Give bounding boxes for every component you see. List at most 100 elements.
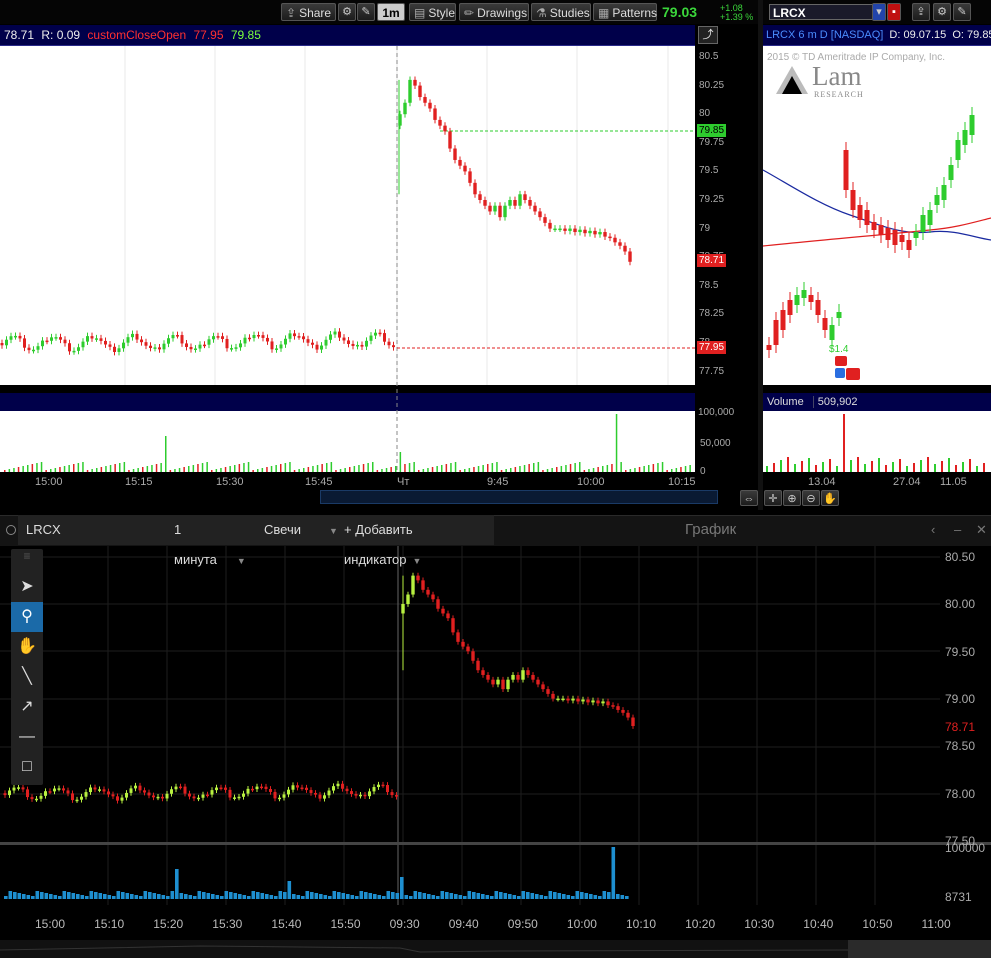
expand-horizontal-icon[interactable]: ⇔ bbox=[740, 490, 758, 506]
intraday-volume-bar bbox=[45, 470, 47, 472]
horizontal-line-icon[interactable]: — bbox=[11, 722, 43, 752]
intraday-candle-body bbox=[438, 119, 442, 126]
intraday-volume-bar bbox=[192, 465, 195, 472]
crosshair-icon[interactable]: ✛ bbox=[764, 490, 782, 506]
intraday-volume-bar bbox=[77, 463, 80, 472]
chart-type-selector[interactable]: Свечи ▼ bbox=[256, 515, 338, 545]
intraday-volume-bar bbox=[611, 464, 613, 472]
intraday-candle-body bbox=[108, 344, 112, 347]
panel-link-icon[interactable] bbox=[6, 525, 16, 535]
interval-selector[interactable]: 1 минута ▼ bbox=[166, 515, 256, 567]
intraday-volume-bar bbox=[528, 464, 530, 472]
zoom-out-icon[interactable]: ⊖ bbox=[802, 490, 820, 506]
daily-candle-body bbox=[815, 300, 821, 315]
intraday-candle-body bbox=[329, 334, 332, 340]
event-icon[interactable] bbox=[835, 368, 845, 378]
intraday-candle-body bbox=[333, 331, 337, 335]
intraday-volume-bar bbox=[169, 470, 172, 472]
lower-volume-bar bbox=[557, 893, 562, 899]
intraday-candle-body bbox=[573, 228, 577, 233]
intraday-candle-body bbox=[275, 348, 278, 350]
intraday-candle-body bbox=[528, 200, 532, 206]
intraday-volume-bar bbox=[178, 468, 181, 472]
daily-volume-bar bbox=[962, 462, 964, 472]
lower-candle-body bbox=[174, 786, 178, 790]
intraday-candle-body bbox=[221, 336, 224, 339]
lower-candle-body bbox=[476, 660, 480, 671]
time-axis-label: 15:40 bbox=[271, 917, 302, 931]
zoom-in-icon[interactable]: ⊕ bbox=[783, 490, 801, 506]
intraday-candle-body bbox=[378, 332, 382, 335]
intraday-candle-body bbox=[288, 333, 292, 339]
hand-icon[interactable]: ✋ bbox=[821, 490, 839, 506]
lower-volume-bar bbox=[485, 895, 490, 899]
cursor-arrow-icon[interactable]: ➤ bbox=[11, 572, 43, 602]
earnings-icon[interactable] bbox=[846, 368, 860, 380]
intraday-volume-bar bbox=[661, 462, 664, 472]
lower-candle-body bbox=[341, 783, 344, 789]
intraday-volume-bar bbox=[261, 468, 264, 472]
intraday-candle-body bbox=[266, 337, 269, 342]
add-indicator-button[interactable]: + Добавить индикатор ▼ bbox=[336, 515, 494, 567]
intraday-volume-bar bbox=[638, 467, 641, 472]
intraday-volume-bar bbox=[454, 462, 457, 472]
daily-candle-body bbox=[920, 215, 926, 232]
intraday-volume-bar bbox=[321, 464, 323, 472]
rectangle-icon[interactable]: □ bbox=[11, 752, 43, 782]
symbol-selector[interactable]: LRCX▼ bbox=[18, 515, 174, 545]
intraday-volume-bar bbox=[146, 466, 149, 472]
lower-candle-body bbox=[501, 679, 505, 690]
daily-candle-body bbox=[836, 312, 842, 318]
lower-candle-body bbox=[48, 791, 52, 793]
navigator-scroll-handle[interactable] bbox=[848, 940, 991, 958]
time-axis-label: 10:40 bbox=[803, 917, 834, 931]
lower-volume-bar bbox=[368, 893, 373, 899]
daily-candle-body bbox=[913, 232, 919, 238]
lower-volume-bar bbox=[94, 892, 98, 899]
lower-volume-bar bbox=[220, 896, 224, 899]
lower-candle-body bbox=[260, 786, 263, 789]
intraday-volume-bar bbox=[372, 462, 374, 472]
intraday-candle-body bbox=[14, 335, 17, 338]
intraday-candle-body bbox=[198, 344, 202, 349]
intraday-volume-bar bbox=[206, 462, 208, 472]
lower-volume-bar bbox=[445, 892, 449, 899]
intraday-candle-body bbox=[297, 336, 301, 338]
lower-candle-body bbox=[456, 632, 460, 642]
zoom-search-icon[interactable]: ⚲ bbox=[11, 602, 43, 632]
trend-line-icon[interactable]: ╲ bbox=[11, 662, 43, 692]
hand-pan-icon[interactable]: ✋ bbox=[11, 632, 43, 662]
lower-candle-body bbox=[66, 790, 70, 794]
intraday-candle-body bbox=[32, 349, 35, 352]
lower-volume-bar bbox=[589, 894, 593, 899]
lower-volume-bar bbox=[17, 893, 22, 899]
intraday-volume-bar bbox=[519, 466, 521, 472]
close-icon[interactable]: ✕ bbox=[976, 515, 987, 545]
intraday-volume-bar bbox=[666, 470, 668, 472]
intraday-volume-bar bbox=[482, 465, 484, 472]
intraday-volume-bar bbox=[91, 469, 93, 472]
lower-candle-body bbox=[526, 670, 530, 675]
lower-volume-bar bbox=[517, 896, 521, 899]
time-scrollbar[interactable] bbox=[320, 490, 718, 504]
minimize-icon[interactable]: – bbox=[954, 515, 961, 545]
intraday-volume-bar bbox=[381, 469, 383, 472]
intraday-candle-body bbox=[342, 337, 346, 341]
lower-candle-body bbox=[441, 608, 445, 614]
daily-candle-body bbox=[934, 195, 940, 205]
lower-volume-bar bbox=[350, 895, 355, 899]
earnings-icon[interactable] bbox=[835, 356, 847, 366]
collapse-left-icon[interactable]: ‹ bbox=[931, 515, 935, 545]
lower-candle-body bbox=[431, 594, 435, 600]
daily-volume-bar bbox=[864, 464, 866, 472]
intraday-volume-bar bbox=[13, 468, 15, 472]
intraday-volume-bar bbox=[523, 465, 526, 472]
arrow-line-icon[interactable]: ↗ bbox=[11, 692, 43, 722]
lower-candle-body bbox=[561, 698, 565, 701]
lower-candle-body bbox=[363, 794, 367, 797]
time-axis-label: Чт bbox=[397, 476, 410, 488]
intraday-volume-bar bbox=[114, 464, 116, 472]
intraday-volume-bar bbox=[625, 470, 627, 472]
toolbox-handle-icon[interactable]: ≡ bbox=[11, 549, 43, 571]
intraday-candle-body bbox=[113, 346, 116, 352]
